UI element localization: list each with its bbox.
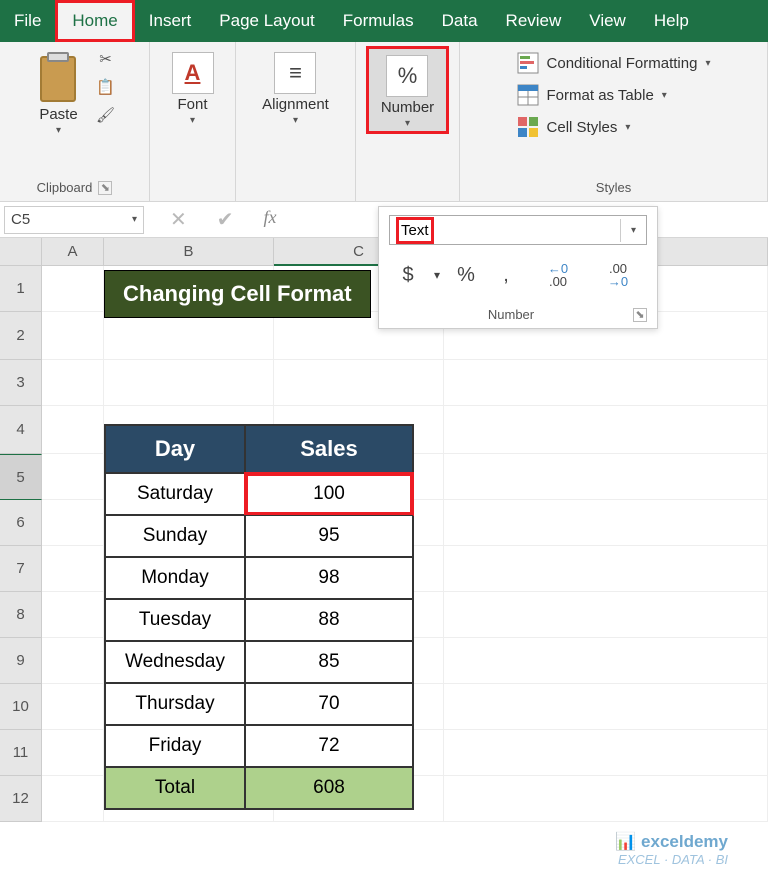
tab-insert[interactable]: Insert	[135, 0, 206, 42]
conditional-formatting-button[interactable]: Conditional Formatting▾	[517, 52, 711, 74]
tab-formulas[interactable]: Formulas	[329, 0, 428, 42]
cut-icon[interactable]: ✂	[93, 48, 119, 70]
alignment-button[interactable]: ≡ Alignment ▾	[256, 48, 335, 130]
col-head-b[interactable]: B	[104, 238, 274, 266]
row-head[interactable]: 11	[0, 730, 42, 776]
name-box[interactable]: C5 ▾	[4, 206, 144, 234]
tab-file[interactable]: File	[0, 0, 55, 42]
row-head[interactable]: 3	[0, 360, 42, 406]
row-head[interactable]: 8	[0, 592, 42, 638]
format-painter-icon[interactable]: 🖌	[93, 104, 119, 126]
row-head[interactable]: 4	[0, 406, 42, 454]
font-label: Font	[177, 96, 207, 113]
comma-button[interactable]: ,	[487, 257, 525, 293]
cell-styles-icon	[517, 116, 539, 138]
percent-button[interactable]: %	[447, 257, 485, 293]
row-head[interactable]: 2	[0, 312, 42, 360]
cell-styles-button[interactable]: Cell Styles▾	[517, 116, 631, 138]
selected-cell[interactable]: 100	[245, 473, 413, 515]
row-head[interactable]: 10	[0, 684, 42, 730]
table-cell[interactable]: 98	[245, 557, 413, 599]
chevron-down-icon[interactable]: ▾	[620, 219, 646, 242]
tab-home[interactable]: Home	[55, 0, 134, 42]
table-cell[interactable]: 95	[245, 515, 413, 557]
ribbon: Paste ▾ ✂ 📋 🖌 Clipboard ⬊ A Font ▾ ≡ Alig…	[0, 42, 768, 202]
group-number: % Number ▾	[356, 42, 460, 201]
number-format-panel: Text ▾ $ ▾ % , ←0.00 .00→0 Number ⬊	[378, 206, 658, 329]
row-head[interactable]: 5	[0, 454, 42, 500]
table-cell[interactable]: 70	[245, 683, 413, 725]
paste-label: Paste	[39, 106, 77, 123]
format-as-table-button[interactable]: Format as Table▾	[517, 84, 667, 106]
font-button[interactable]: A Font ▾	[166, 48, 220, 130]
table-total-value[interactable]: 608	[245, 767, 413, 809]
tab-view[interactable]: View	[575, 0, 640, 42]
table-cell[interactable]: Thursday	[105, 683, 245, 725]
chevron-down-icon: ▾	[293, 115, 298, 126]
table-cell[interactable]: 72	[245, 725, 413, 767]
select-all-corner[interactable]	[0, 238, 42, 266]
table-cell[interactable]: Wednesday	[105, 641, 245, 683]
data-table: Day Sales Saturday100 Sunday95 Monday98 …	[104, 424, 414, 810]
tab-help[interactable]: Help	[640, 0, 703, 42]
enter-icon[interactable]: ✔	[217, 207, 234, 232]
watermark: 📊 exceldemy EXCEL · DATA · BI	[615, 832, 728, 867]
chevron-down-icon: ▾	[190, 115, 195, 126]
currency-button[interactable]: $	[389, 257, 427, 293]
chevron-down-icon: ▾	[405, 118, 410, 129]
title-banner: Changing Cell Format	[104, 270, 371, 318]
table-cell[interactable]: 85	[245, 641, 413, 683]
table-cell[interactable]: Sunday	[105, 515, 245, 557]
row-head[interactable]: 1	[0, 266, 42, 312]
col-head-a[interactable]: A	[42, 238, 104, 266]
group-label-styles: Styles	[596, 180, 631, 195]
row-head[interactable]: 9	[0, 638, 42, 684]
chevron-down-icon: ▾	[56, 125, 61, 136]
alignment-label: Alignment	[262, 96, 329, 113]
font-icon: A	[172, 52, 214, 94]
row-head[interactable]: 12	[0, 776, 42, 822]
table-cell[interactable]: Friday	[105, 725, 245, 767]
tab-review[interactable]: Review	[492, 0, 576, 42]
number-dialog-launcher[interactable]: ⬊	[633, 308, 647, 322]
percent-icon: %	[386, 55, 428, 97]
decrease-decimal-button[interactable]: .00→0	[589, 257, 647, 293]
table-cell[interactable]: Tuesday	[105, 599, 245, 641]
conditional-formatting-icon	[517, 52, 539, 74]
chevron-down-icon[interactable]: ▾	[429, 257, 445, 293]
copy-icon[interactable]: 📋	[93, 76, 119, 98]
row-head[interactable]: 6	[0, 500, 42, 546]
chevron-down-icon: ▾	[132, 214, 137, 225]
number-panel-label: Number	[488, 307, 534, 322]
table-cell[interactable]: 88	[245, 599, 413, 641]
tab-page-layout[interactable]: Page Layout	[205, 0, 328, 42]
number-label: Number	[381, 99, 434, 116]
paste-button[interactable]: Paste ▾	[31, 48, 87, 140]
group-alignment: ≡ Alignment ▾	[236, 42, 356, 201]
group-clipboard: Paste ▾ ✂ 📋 🖌 Clipboard ⬊	[0, 42, 150, 201]
row-head[interactable]: 7	[0, 546, 42, 592]
clipboard-dialog-launcher[interactable]: ⬊	[98, 181, 112, 195]
table-icon	[517, 84, 539, 106]
tab-data[interactable]: Data	[428, 0, 492, 42]
fx-icon[interactable]: fx	[264, 207, 277, 232]
clipboard-icon	[37, 52, 81, 104]
group-font: A Font ▾	[150, 42, 236, 201]
group-styles: Conditional Formatting▾ Format as Table▾…	[460, 42, 768, 201]
number-button[interactable]: % Number ▾	[366, 46, 449, 134]
alignment-icon: ≡	[274, 52, 316, 94]
table-header-sales: Sales	[245, 425, 413, 473]
table-cell[interactable]: Monday	[105, 557, 245, 599]
table-header-day: Day	[105, 425, 245, 473]
increase-decimal-button[interactable]: ←0.00	[529, 257, 587, 293]
group-label-clipboard: Clipboard	[37, 180, 93, 195]
cancel-icon[interactable]: ✕	[170, 207, 187, 232]
number-format-select[interactable]: Text ▾	[389, 215, 647, 245]
ribbon-tabs: File Home Insert Page Layout Formulas Da…	[0, 0, 768, 42]
table-cell[interactable]: Saturday	[105, 473, 245, 515]
table-total-label[interactable]: Total	[105, 767, 245, 809]
